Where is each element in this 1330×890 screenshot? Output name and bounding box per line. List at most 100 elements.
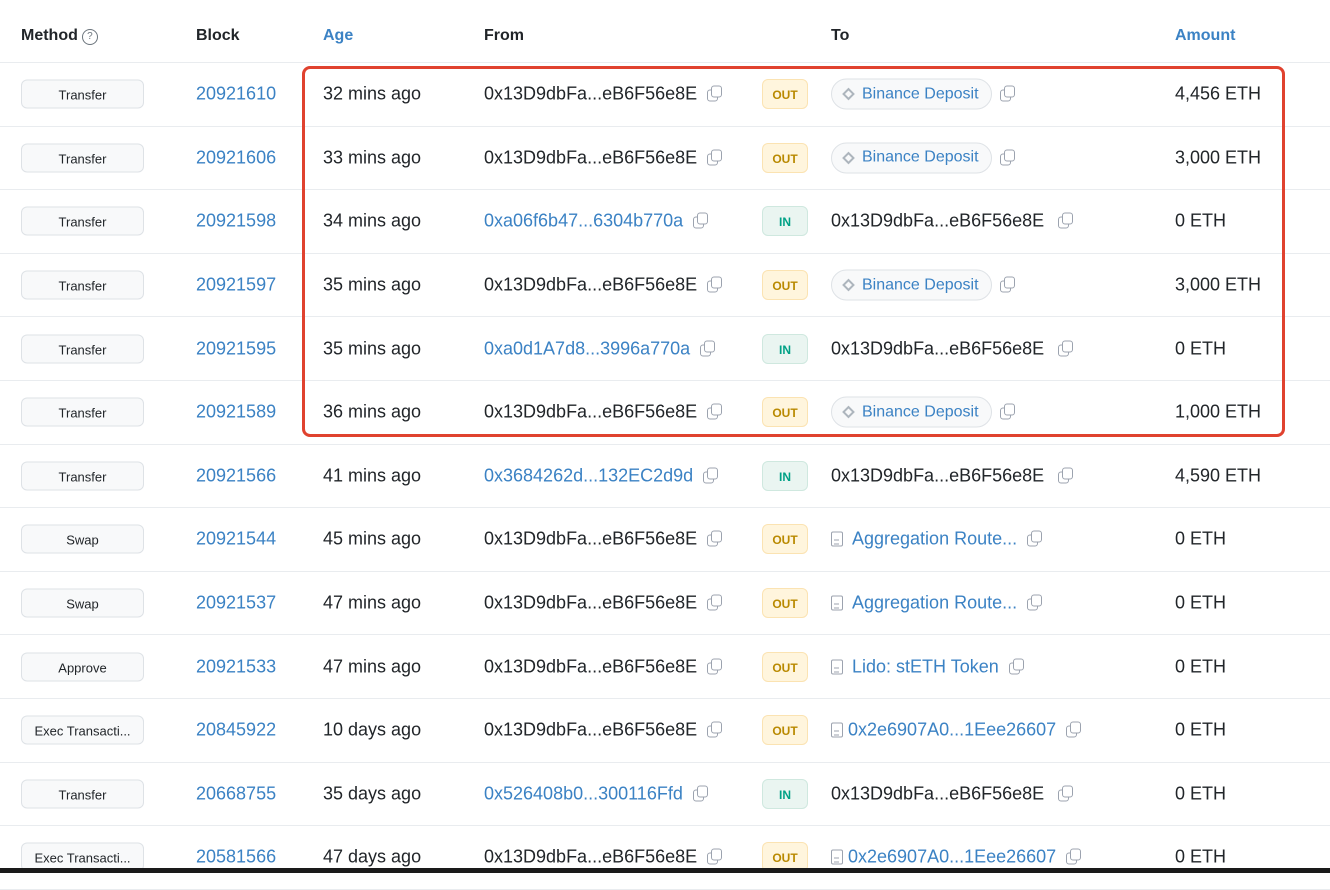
direction-badge: OUT — [762, 524, 808, 555]
to-address-link[interactable]: Aggregation Route... — [852, 593, 1017, 614]
age-text: 35 mins ago — [323, 338, 422, 359]
method-badge[interactable]: Transfer — [21, 461, 144, 491]
direction-badge: OUT — [762, 270, 808, 301]
to-cell: Binance Deposit — [831, 269, 1015, 301]
copy-icon[interactable] — [999, 149, 1015, 166]
method-badge[interactable]: Transfer — [21, 779, 144, 809]
copy-icon[interactable] — [707, 149, 723, 166]
copy-icon[interactable] — [707, 85, 723, 103]
from-cell: 0x13D9dbFa...eB6F56e8E — [484, 529, 723, 550]
copy-icon[interactable] — [703, 467, 719, 484]
amount-text: 0 ETH — [1175, 656, 1227, 677]
table-row: Transfer 20921589 36 mins ago 0x13D9dbFa...… — [0, 381, 1330, 445]
block-link[interactable]: 20921537 — [196, 593, 276, 614]
copy-icon[interactable] — [707, 721, 723, 739]
to-cell: Binance Deposit — [831, 396, 1015, 428]
copy-icon[interactable] — [693, 212, 709, 230]
method-badge[interactable]: Transfer — [21, 270, 144, 300]
copy-icon[interactable] — [1058, 785, 1074, 802]
contract-icon — [831, 722, 843, 738]
copy-icon[interactable] — [707, 658, 723, 675]
from-cell: 0x526408b0...300116Ffd — [484, 783, 708, 804]
copy-icon[interactable] — [707, 594, 723, 612]
direction-badge: IN — [762, 778, 808, 809]
copy-icon[interactable] — [1027, 594, 1043, 612]
to-address-label[interactable]: Binance Deposit — [831, 269, 992, 301]
method-badge[interactable]: Transfer — [21, 397, 144, 427]
copy-icon[interactable] — [1008, 658, 1024, 675]
block-link[interactable]: 20921595 — [196, 338, 276, 359]
age-text: 47 mins ago — [323, 656, 422, 677]
to-address: 0x13D9dbFa...eB6F56e8E — [831, 783, 1045, 804]
copy-icon[interactable] — [1058, 212, 1074, 230]
contract-icon — [831, 531, 843, 547]
block-link[interactable]: 20921610 — [196, 84, 276, 105]
copy-icon[interactable] — [707, 530, 723, 548]
copy-icon[interactable] — [707, 403, 723, 421]
copy-icon[interactable] — [999, 85, 1015, 103]
copy-icon[interactable] — [1027, 530, 1043, 548]
to-address: 0x13D9dbFa...eB6F56e8E — [831, 338, 1045, 359]
to-address-link[interactable]: Aggregation Route... — [852, 529, 1017, 550]
copy-icon[interactable] — [1066, 721, 1082, 739]
to-cell: Aggregation Route... — [831, 529, 1043, 550]
from-address[interactable]: 0x3684262d...132EC2d9d — [484, 465, 693, 486]
contract-icon — [831, 595, 843, 611]
block-link[interactable]: 20921597 — [196, 275, 276, 296]
block-link[interactable]: 20845922 — [196, 720, 276, 741]
block-link[interactable]: 20581566 — [196, 847, 276, 868]
to-address-label[interactable]: Binance Deposit — [831, 142, 992, 174]
to-address-link[interactable]: 0x2e6907A0...1Eee26607 — [848, 847, 1056, 868]
block-link[interactable]: 20921544 — [196, 529, 276, 550]
block-link[interactable]: 20921566 — [196, 465, 276, 486]
method-badge[interactable]: Transfer — [21, 334, 144, 364]
to-label-text: Binance Deposit — [862, 276, 979, 294]
to-address-label[interactable]: Binance Deposit — [831, 78, 992, 110]
method-badge[interactable]: Transfer — [21, 79, 144, 109]
block-link[interactable]: 20668755 — [196, 783, 276, 804]
to-address-link[interactable]: 0x2e6907A0...1Eee26607 — [848, 720, 1056, 741]
block-link[interactable]: 20921598 — [196, 211, 276, 232]
age-text: 41 mins ago — [323, 465, 422, 486]
from-address: 0x13D9dbFa...eB6F56e8E — [484, 656, 698, 677]
help-icon[interactable]: ? — [81, 29, 98, 45]
copy-icon[interactable] — [707, 848, 723, 866]
method-badge[interactable]: Transfer — [21, 143, 144, 173]
copy-icon[interactable] — [692, 785, 708, 802]
block-link[interactable]: 20921606 — [196, 147, 276, 168]
block-link[interactable]: 20921533 — [196, 656, 276, 677]
copy-icon[interactable] — [999, 403, 1015, 421]
from-address[interactable]: 0xa06f6b47...6304b770a — [484, 211, 683, 232]
method-badge[interactable]: Exec Transacti... — [21, 715, 144, 745]
copy-icon[interactable] — [1066, 848, 1082, 866]
method-badge[interactable]: Transfer — [21, 206, 144, 236]
copy-icon[interactable] — [1058, 340, 1074, 357]
method-badge[interactable]: Approve — [21, 652, 144, 682]
direction-badge: IN — [762, 206, 808, 237]
amount-text: 3,000 ETH — [1175, 274, 1262, 295]
header-amount[interactable]: Amount — [1175, 27, 1235, 45]
to-address-label[interactable]: Binance Deposit — [831, 396, 992, 428]
copy-icon[interactable] — [1058, 467, 1074, 484]
amount-text: 0 ETH — [1175, 783, 1227, 804]
from-address: 0x13D9dbFa...eB6F56e8E — [484, 147, 698, 168]
copy-icon[interactable] — [700, 340, 716, 357]
from-address[interactable]: 0xa0d1A7d8...3996a770a — [484, 338, 690, 359]
age-text: 35 days ago — [323, 783, 422, 804]
to-label-text: Binance Deposit — [862, 85, 979, 103]
from-address[interactable]: 0x526408b0...300116Ffd — [484, 783, 683, 804]
block-link[interactable]: 20921589 — [196, 402, 276, 423]
table-row: Swap 20921544 45 mins ago 0x13D9dbFa...eB6F… — [0, 508, 1330, 572]
method-badge[interactable]: Swap — [21, 524, 144, 554]
to-cell: 0x13D9dbFa...eB6F56e8E — [831, 783, 1074, 804]
copy-icon[interactable] — [999, 276, 1015, 294]
copy-icon[interactable] — [707, 276, 723, 294]
to-address-link[interactable]: Lido: stETH Token — [852, 656, 999, 677]
method-badge[interactable]: Swap — [21, 588, 144, 618]
to-label-text: Binance Deposit — [862, 403, 979, 421]
from-cell: 0x3684262d...132EC2d9d — [484, 465, 719, 486]
header-age[interactable]: Age — [323, 27, 353, 45]
binance-icon — [842, 278, 855, 292]
age-text: 47 days ago — [323, 846, 422, 867]
to-cell: Binance Deposit — [831, 142, 1015, 174]
